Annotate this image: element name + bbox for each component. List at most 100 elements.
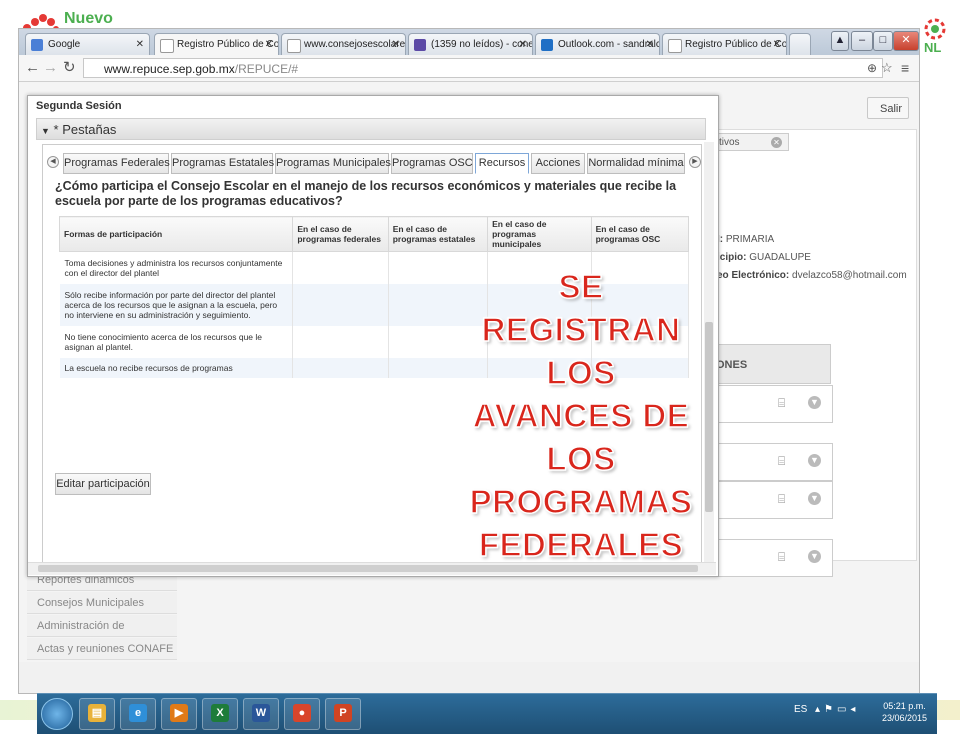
scroll-thumb[interactable]	[38, 565, 698, 572]
bookmark-star-icon[interactable]: ☆	[881, 59, 893, 77]
sidebar-item-actas-conafe[interactable]: Actas y reuniones CONAFE	[27, 638, 177, 660]
clock[interactable]: 05:21 p.m. 23/06/2015	[882, 700, 927, 724]
url-host: www.repuce.sep.gob.mx	[104, 62, 235, 76]
start-button[interactable]	[41, 698, 73, 730]
expand-icon[interactable]: ▼	[808, 454, 821, 467]
tab-normalidad-minima[interactable]: Normalidad mínima	[587, 153, 685, 174]
salir-button[interactable]: Salir	[867, 97, 909, 119]
editar-participacion-button[interactable]: Editar participación	[55, 473, 151, 495]
print-icon[interactable]: ⌸	[778, 492, 785, 507]
tab-programas-municipales[interactable]: Programas Municipales	[275, 153, 391, 174]
sidebar-item-consejos-municipales[interactable]: Consejos Municipales	[27, 592, 177, 614]
tabs-scroll-right-icon[interactable]: ▶	[689, 156, 701, 168]
new-tab-button[interactable]	[789, 33, 811, 55]
powerpoint-taskbar-button[interactable]: P	[325, 698, 361, 730]
expand-icon[interactable]: ▼	[808, 550, 821, 563]
sidebar-item-contrasenas[interactable]: Administración de contraseñas	[27, 615, 177, 654]
tab-acciones[interactable]: Acciones	[531, 153, 585, 174]
chrome-taskbar-button[interactable]: ●	[284, 698, 320, 730]
back-arrow-icon[interactable]: ←	[25, 59, 40, 77]
file-explorer-icon: ▤	[88, 704, 106, 722]
annotation-line: PROGRAMAS	[469, 482, 693, 520]
close-tab-icon[interactable]: ✕	[392, 34, 400, 55]
close-tab-icon[interactable]: ✕	[646, 34, 654, 55]
browser-tab-google[interactable]: Google ✕	[25, 33, 150, 55]
session-row[interactable]: ⌸ ▼	[709, 481, 833, 519]
print-icon[interactable]: ⌸	[778, 454, 785, 469]
forward-arrow-icon[interactable]: →	[43, 59, 58, 77]
close-tab-icon[interactable]: ✕	[136, 34, 144, 55]
annotation-line: AVANCES DE	[472, 396, 690, 434]
school-level: I: PRIMARIA	[717, 234, 775, 245]
chrome-icon: ●	[293, 704, 311, 722]
media-player-icon: ▶	[170, 704, 188, 722]
session-row[interactable]: ⌸ ▼	[709, 539, 833, 577]
reload-icon[interactable]: ↻	[63, 59, 76, 77]
participation-option: Sólo recibe información por parte del di…	[59, 283, 294, 326]
column-header: En el caso de programas estatales	[387, 216, 489, 252]
annotation-line: LOS	[546, 353, 616, 391]
browser-tab-mail[interactable]: (1359 no leídos) - conesc ✕	[408, 33, 533, 55]
file-explorer-taskbar-button[interactable]: ▤	[79, 698, 115, 730]
page-icon	[160, 39, 174, 53]
tab-programas-estatales[interactable]: Programas Estatales	[171, 153, 274, 174]
grid-cell[interactable]	[292, 283, 389, 326]
browser-tab-consejos[interactable]: www.consejosescolares.se ✕	[281, 33, 406, 55]
excel-taskbar-button[interactable]: X	[202, 698, 238, 730]
system-tray-icons[interactable]: ▴⚑▭◂	[815, 704, 859, 715]
maximize-button[interactable]: □	[873, 31, 893, 51]
logo-text: Nuevo	[64, 10, 113, 27]
media-player-taskbar-button[interactable]: ▶	[161, 698, 197, 730]
grid-header-row: Formas de participación En el caso de pr…	[58, 216, 690, 252]
collapse-arrow-icon[interactable]: ▼	[41, 126, 50, 136]
browser-tab-registro-1[interactable]: Registro Público de Conse ✕	[154, 33, 279, 55]
language-indicator[interactable]: ES	[794, 704, 807, 715]
scroll-thumb[interactable]	[705, 322, 713, 512]
grid-cell[interactable]	[292, 325, 389, 358]
tab-recursos[interactable]: Recursos	[475, 153, 529, 174]
tab-programas-federales[interactable]: Programas Federales	[63, 153, 170, 174]
vertical-scrollbar[interactable]	[704, 142, 714, 562]
column-header: En el caso de programas OSC	[590, 216, 690, 252]
nl-logo-text: NL	[924, 40, 942, 55]
grid-cell[interactable]	[292, 357, 389, 378]
session-row[interactable]: ⌸ ▼	[709, 443, 833, 481]
excel-icon: X	[211, 704, 229, 722]
user-icon[interactable]: ▲	[831, 31, 849, 51]
tab-programas-osc[interactable]: Programas OSC	[391, 153, 473, 174]
grid-cell[interactable]	[292, 251, 389, 284]
close-tab-icon[interactable]: ✕	[519, 34, 527, 55]
expand-icon[interactable]: ▼	[808, 492, 821, 505]
zoom-icon[interactable]: ⊕	[867, 59, 877, 77]
close-tab-icon[interactable]: ✕	[773, 34, 781, 55]
close-icon[interactable]: ✕	[771, 137, 782, 148]
sessions-header: ONES	[709, 344, 831, 384]
print-icon[interactable]: ⌸	[778, 550, 785, 565]
tab-label: Google	[48, 39, 81, 50]
session-row[interactable]: ⌸ ▼	[709, 385, 833, 423]
page-icon	[668, 39, 682, 53]
menu-icon[interactable]: ≡	[901, 59, 909, 77]
school-municipality: icipio: GUADALUPE	[717, 252, 811, 263]
close-window-button[interactable]: ✕	[893, 31, 919, 51]
word-taskbar-button[interactable]: W	[243, 698, 279, 730]
browser-tab-registro-2[interactable]: Registro Público de Conse ✕	[662, 33, 787, 55]
windows-taskbar: ▤ e ▶ X W ● P ES ▴⚑▭◂ 05:21 p.m. 23/06/2015	[37, 693, 937, 734]
print-icon[interactable]: ⌸	[778, 396, 785, 411]
column-header: En el caso de programas federales	[292, 216, 389, 252]
participation-option: Toma decisiones y administra los recurso…	[59, 251, 294, 284]
school-email: eo Electrónico: dvelazco58@hotmail.com	[717, 270, 907, 281]
browser-tab-outlook[interactable]: Outlook.com - sandralcg ✕	[535, 33, 660, 55]
question-text: ¿Cómo participa el Consejo Escolar en el…	[55, 179, 677, 208]
tabs-scroll-left-icon[interactable]: ◀	[47, 156, 59, 168]
pestanas-section-header[interactable]: ▼ * Pestañas	[36, 118, 706, 140]
nl-logo: NL	[920, 18, 956, 62]
participation-option: La escuela no recibe recursos de program…	[59, 357, 294, 378]
expand-icon[interactable]: ▼	[808, 396, 821, 409]
internet-explorer-taskbar-button[interactable]: e	[120, 698, 156, 730]
minimize-button[interactable]: –	[851, 31, 873, 51]
url-input[interactable]: www.repuce.sep.gob.mx/REPUCE/#	[83, 58, 883, 78]
background-tab[interactable]: ctivos ✕	[709, 133, 789, 151]
close-tab-icon[interactable]: ✕	[265, 34, 273, 55]
page-icon	[287, 39, 301, 53]
